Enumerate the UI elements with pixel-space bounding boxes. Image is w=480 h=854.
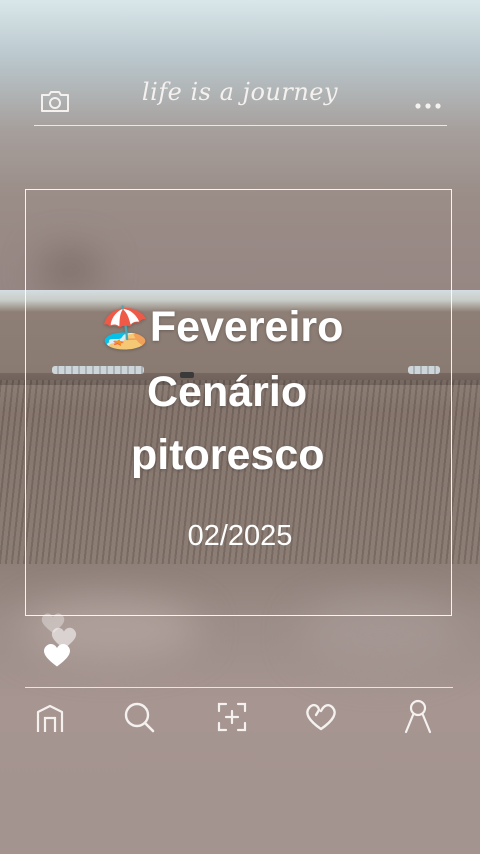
- title-month: Fevereiro: [149, 303, 344, 351]
- card-title-line1: 🏖️Fevereiro: [100, 302, 343, 353]
- search-icon[interactable]: [122, 700, 156, 734]
- camera-icon[interactable]: [39, 88, 71, 114]
- heart-outline-icon[interactable]: [304, 702, 338, 732]
- beach-emoji-icon: 🏖️: [100, 305, 150, 351]
- card-date: 02/2025: [187, 520, 293, 552]
- more-dots-icon[interactable]: [414, 96, 442, 109]
- add-frame-icon[interactable]: [216, 701, 248, 733]
- card-title-line3: pitoresco: [131, 431, 325, 479]
- header-divider: [34, 125, 447, 126]
- heart-icon[interactable]: [42, 642, 72, 672]
- app-title: life is a journey: [141, 78, 339, 106]
- profile-icon[interactable]: [402, 698, 434, 734]
- card-title-line2: Cenário: [147, 368, 308, 416]
- home-icon[interactable]: [34, 702, 66, 734]
- nav-divider: [25, 687, 453, 688]
